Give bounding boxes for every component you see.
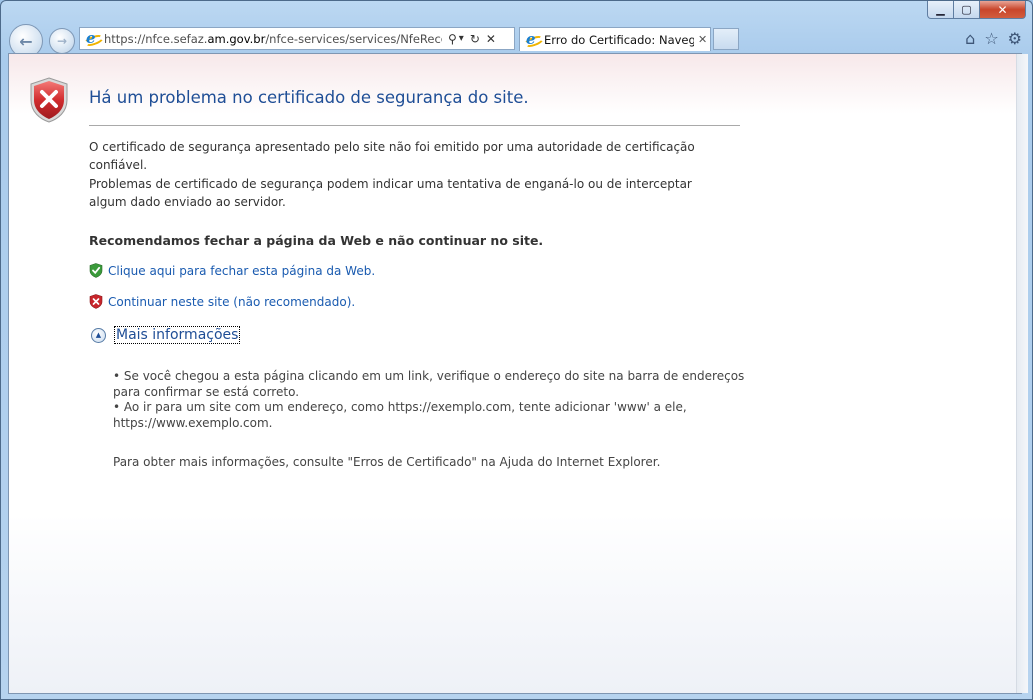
settings-gear-icon[interactable]: ⚙ — [1008, 29, 1022, 48]
close-page-link[interactable]: Clique aqui para fechar esta página da W… — [89, 263, 375, 278]
close-window-button[interactable]: ✕ — [980, 1, 1026, 19]
info-bullet-1: • Se você chegou a esta página clicando … — [113, 369, 745, 399]
address-bar[interactable]: e https://nfce.sefaz.am.gov.br/nfce-serv… — [79, 27, 515, 50]
divider — [89, 125, 740, 126]
window-controls: ▁ ▢ ✕ — [927, 1, 1026, 19]
address-tools: ⚲ ▾ ↻ ✕ — [448, 32, 496, 46]
continue-site-link[interactable]: Continuar neste site (não recomendado). — [89, 294, 355, 309]
recommendation-text: Recomendamos fechar a página da Web e nã… — [89, 233, 544, 248]
red-shield-x-small-icon — [89, 294, 103, 309]
favorites-star-icon[interactable]: ☆ — [984, 29, 998, 48]
more-info-panel: • Se você chegou a esta página clicando … — [113, 369, 753, 471]
ie-logo-icon: e — [84, 29, 100, 47]
dropdown-icon[interactable]: ▾ — [459, 33, 464, 44]
help-note: Para obter mais informações, consulte "E… — [113, 455, 661, 469]
browser-window: ▁ ▢ ✕ ← → e https://nfce.sefaz.am.gov.br… — [0, 0, 1033, 700]
stop-icon[interactable]: ✕ — [486, 32, 496, 46]
tab-close-icon[interactable]: ✕ — [698, 33, 707, 46]
page-title: Há um problema no certificado de seguran… — [89, 88, 529, 107]
more-info-label[interactable]: Mais informações — [114, 326, 241, 344]
warning-paragraph: Problemas de certificado de segurança po… — [89, 177, 692, 209]
minimize-button[interactable]: ▁ — [927, 1, 954, 19]
tab-ie-icon: e — [524, 30, 540, 48]
refresh-icon[interactable]: ↻ — [470, 32, 480, 46]
vertical-scrollbar[interactable] — [1016, 54, 1028, 693]
info-bullet-2: • Ao ir para um site com um endereço, co… — [113, 400, 687, 430]
more-info-toggle[interactable]: ▲ Mais informações — [91, 326, 241, 344]
red-shield-x-icon — [30, 77, 68, 123]
continue-site-link-text[interactable]: Continuar neste site (não recomendado). — [108, 295, 355, 309]
forward-button[interactable]: → — [49, 28, 75, 54]
tab-certificate-error[interactable]: e Erro do Certificado: Navega... ✕ — [519, 27, 711, 51]
search-icon[interactable]: ⚲ — [448, 32, 457, 46]
tab-title: Erro do Certificado: Navega... — [544, 32, 694, 47]
url-text[interactable]: https://nfce.sefaz.am.gov.br/nfce-servic… — [104, 32, 442, 46]
new-tab-button[interactable] — [713, 28, 739, 50]
close-page-link-text[interactable]: Clique aqui para fechar esta página da W… — [108, 264, 375, 278]
toolbar-icons: ⌂ ☆ ⚙ — [965, 29, 1022, 48]
home-icon[interactable]: ⌂ — [965, 29, 975, 48]
collapse-chevron-icon[interactable]: ▲ — [91, 327, 106, 343]
description-paragraph: O certificado de segurança apresentado p… — [89, 140, 695, 172]
green-shield-check-icon — [89, 263, 103, 278]
back-arrow-icon: ← — [19, 31, 33, 51]
maximize-button[interactable]: ▢ — [954, 1, 980, 19]
page-content: Há um problema no certificado de seguran… — [8, 53, 1022, 694]
forward-arrow-icon: → — [56, 34, 68, 48]
